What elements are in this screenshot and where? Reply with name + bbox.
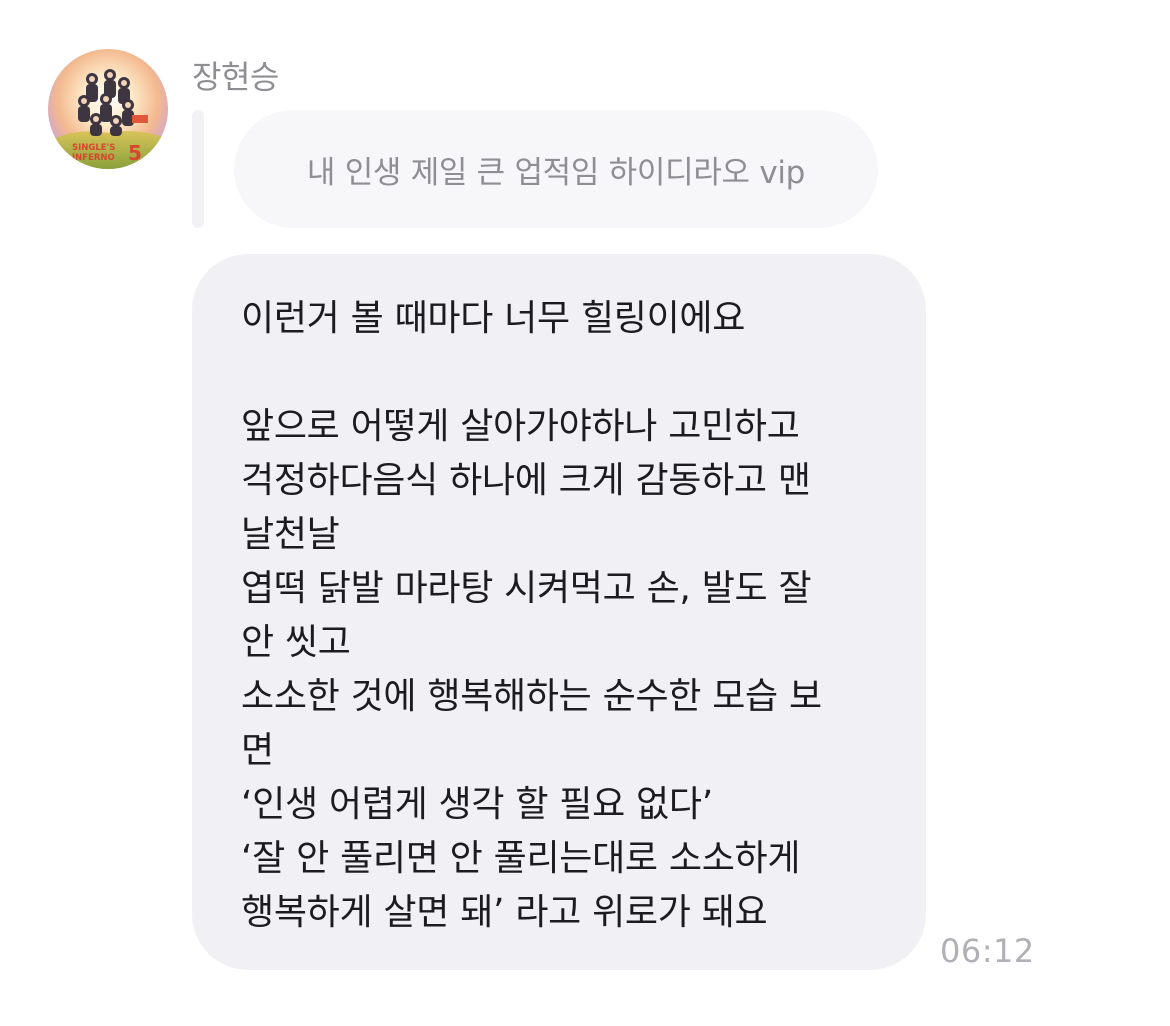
message-line: ‘잘 안 풀리면 안 풀리는대로 소소하게 xyxy=(241,838,801,879)
message-line: 엽떡 닭발 마라탕 시켜먹고 손, 발도 잘 xyxy=(241,568,812,609)
message-line: 행복하게 살면 돼’ 라고 위로가 돼요 xyxy=(241,892,768,933)
sender-avatar[interactable]: SINGLE'S INFERNO 5 xyxy=(48,49,168,169)
svg-text:5: 5 xyxy=(128,141,142,165)
message-line: 걱정하다음식 하나에 크게 감동하고 맨 xyxy=(241,460,811,501)
message-bubble[interactable]: 이런거 볼 때마다 너무 힐링이에요 앞으로 어떻게 살아가야하나 고민하고 걱… xyxy=(192,254,926,970)
message-line: ‘인생 어렵게 생각 할 필요 없다’ xyxy=(241,784,713,825)
message-timestamp: 06:12 xyxy=(940,932,1035,970)
message-line: 안 씻고 xyxy=(241,622,351,663)
message-line: 날천날 xyxy=(241,514,340,555)
message-line xyxy=(241,346,896,400)
quoted-message-text: 내 인생 제일 큰 업적임 하이디라오 vip xyxy=(306,154,806,191)
message-line: 면 xyxy=(241,730,274,771)
message-line: 앞으로 어떻게 살아가야하나 고민하고 xyxy=(241,406,800,447)
message-line: 소소한 것에 행복해하는 순수한 모습 보 xyxy=(241,676,822,717)
svg-text:INFERNO: INFERNO xyxy=(72,153,115,163)
message-line: 이런거 볼 때마다 너무 힐링이에요 xyxy=(241,298,746,339)
sender-name: 장현승 xyxy=(192,58,279,96)
quoted-message-bubble[interactable]: 내 인생 제일 큰 업적임 하이디라오 vip xyxy=(234,110,878,228)
reply-indicator-bar xyxy=(192,110,204,228)
svg-text:SINGLE'S: SINGLE'S xyxy=(72,143,115,153)
